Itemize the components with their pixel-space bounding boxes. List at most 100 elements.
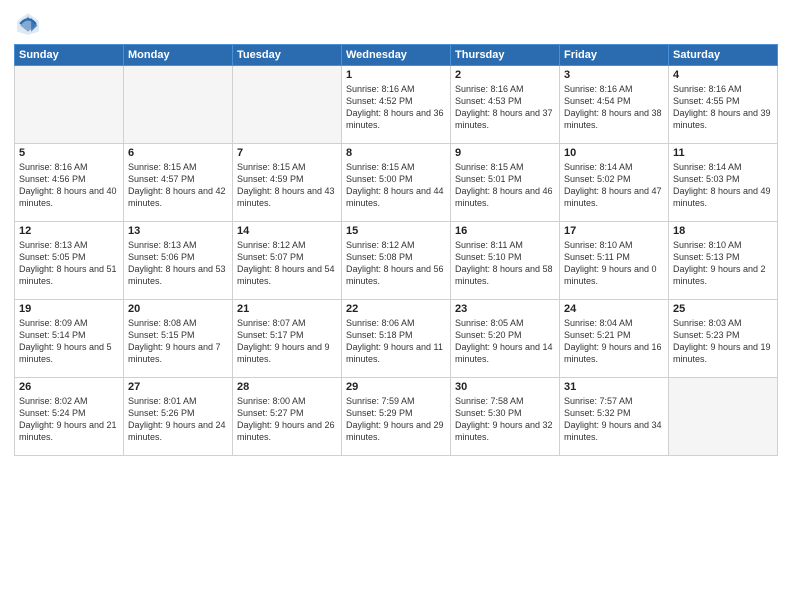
week-row-2: 5 Sunrise: 8:16 AM Sunset: 4:56 PM Daylig… (15, 144, 778, 222)
day-number: 13 (128, 225, 228, 237)
day-number: 30 (455, 381, 555, 393)
day-number: 5 (19, 147, 119, 159)
calendar-cell (15, 66, 124, 144)
day-number: 9 (455, 147, 555, 159)
calendar-cell: 23 Sunrise: 8:05 AM Sunset: 5:20 PM Dayli… (451, 300, 560, 378)
weekday-header-friday: Friday (560, 45, 669, 66)
day-number: 19 (19, 303, 119, 315)
calendar-cell: 11 Sunrise: 8:14 AM Sunset: 5:03 PM Dayli… (669, 144, 778, 222)
weekday-header-tuesday: Tuesday (233, 45, 342, 66)
calendar-cell: 8 Sunrise: 8:15 AM Sunset: 5:00 PM Daylig… (342, 144, 451, 222)
day-number: 8 (346, 147, 446, 159)
day-info: Sunrise: 8:14 AM Sunset: 5:02 PM Dayligh… (564, 161, 664, 210)
day-info: Sunrise: 8:15 AM Sunset: 5:00 PM Dayligh… (346, 161, 446, 210)
calendar-cell: 7 Sunrise: 8:15 AM Sunset: 4:59 PM Daylig… (233, 144, 342, 222)
calendar-cell: 4 Sunrise: 8:16 AM Sunset: 4:55 PM Daylig… (669, 66, 778, 144)
calendar-cell (124, 66, 233, 144)
day-number: 20 (128, 303, 228, 315)
week-row-4: 19 Sunrise: 8:09 AM Sunset: 5:14 PM Dayli… (15, 300, 778, 378)
calendar-cell: 22 Sunrise: 8:06 AM Sunset: 5:18 PM Dayli… (342, 300, 451, 378)
calendar-cell: 29 Sunrise: 7:59 AM Sunset: 5:29 PM Dayli… (342, 378, 451, 456)
calendar-cell: 17 Sunrise: 8:10 AM Sunset: 5:11 PM Dayli… (560, 222, 669, 300)
day-number: 23 (455, 303, 555, 315)
day-info: Sunrise: 8:05 AM Sunset: 5:20 PM Dayligh… (455, 317, 555, 366)
calendar-cell: 6Sunrise: 8:15 AM Sunset: 4:57 PM Daylig… (124, 144, 233, 222)
day-number: 17 (564, 225, 664, 237)
day-number: 1 (346, 69, 446, 81)
day-info: Sunrise: 8:07 AM Sunset: 5:17 PM Dayligh… (237, 317, 337, 366)
calendar-cell: 27 Sunrise: 8:01 AM Sunset: 5:26 PM Dayli… (124, 378, 233, 456)
day-info: Sunrise: 8:16 AM Sunset: 4:55 PM Dayligh… (673, 83, 773, 132)
day-info: Sunrise: 8:16 AM Sunset: 4:56 PM Dayligh… (19, 161, 119, 210)
calendar-cell: 28Sunrise: 8:00 AM Sunset: 5:27 PM Dayli… (233, 378, 342, 456)
day-number: 28 (237, 381, 337, 393)
calendar-cell: 1 Sunrise: 8:16 AM Sunset: 4:52 PM Daylig… (342, 66, 451, 144)
day-info: Sunrise: 8:02 AM Sunset: 5:24 PM Dayligh… (19, 395, 119, 444)
week-row-3: 12Sunrise: 8:13 AM Sunset: 5:05 PM Dayli… (15, 222, 778, 300)
day-info: Sunrise: 7:58 AM Sunset: 5:30 PM Dayligh… (455, 395, 555, 444)
day-info: Sunrise: 8:03 AM Sunset: 5:23 PM Dayligh… (673, 317, 773, 366)
day-number: 4 (673, 69, 773, 81)
day-info: Sunrise: 8:12 AM Sunset: 5:07 PM Dayligh… (237, 239, 337, 288)
day-info: Sunrise: 8:13 AM Sunset: 5:06 PM Dayligh… (128, 239, 228, 288)
calendar-cell: 13 Sunrise: 8:13 AM Sunset: 5:06 PM Dayli… (124, 222, 233, 300)
day-number: 26 (19, 381, 119, 393)
week-row-1: 1 Sunrise: 8:16 AM Sunset: 4:52 PM Daylig… (15, 66, 778, 144)
day-number: 14 (237, 225, 337, 237)
calendar-cell: 31 Sunrise: 7:57 AM Sunset: 5:32 PM Dayli… (560, 378, 669, 456)
weekday-header-thursday: Thursday (451, 45, 560, 66)
day-info: Sunrise: 8:16 AM Sunset: 4:53 PM Dayligh… (455, 83, 555, 132)
day-info: Sunrise: 8:13 AM Sunset: 5:05 PM Dayligh… (19, 239, 119, 288)
day-info: Sunrise: 8:12 AM Sunset: 5:08 PM Dayligh… (346, 239, 446, 288)
day-number: 10 (564, 147, 664, 159)
day-number: 15 (346, 225, 446, 237)
day-info: Sunrise: 8:16 AM Sunset: 4:54 PM Dayligh… (564, 83, 664, 132)
day-info: Sunrise: 8:11 AM Sunset: 5:10 PM Dayligh… (455, 239, 555, 288)
day-number: 31 (564, 381, 664, 393)
day-info: Sunrise: 8:04 AM Sunset: 5:21 PM Dayligh… (564, 317, 664, 366)
calendar-cell: 12Sunrise: 8:13 AM Sunset: 5:05 PM Dayli… (15, 222, 124, 300)
calendar-cell: 3Sunrise: 8:16 AM Sunset: 4:54 PM Daylig… (560, 66, 669, 144)
day-info: Sunrise: 8:10 AM Sunset: 5:11 PM Dayligh… (564, 239, 664, 288)
day-number: 18 (673, 225, 773, 237)
day-info: Sunrise: 8:16 AM Sunset: 4:52 PM Dayligh… (346, 83, 446, 132)
calendar-cell: 9 Sunrise: 8:15 AM Sunset: 5:01 PM Daylig… (451, 144, 560, 222)
calendar-cell: 16Sunrise: 8:11 AM Sunset: 5:10 PM Dayli… (451, 222, 560, 300)
day-info: Sunrise: 7:59 AM Sunset: 5:29 PM Dayligh… (346, 395, 446, 444)
calendar-cell: 18Sunrise: 8:10 AM Sunset: 5:13 PM Dayli… (669, 222, 778, 300)
weekday-header-wednesday: Wednesday (342, 45, 451, 66)
day-info: Sunrise: 8:06 AM Sunset: 5:18 PM Dayligh… (346, 317, 446, 366)
day-number: 29 (346, 381, 446, 393)
weekday-header-saturday: Saturday (669, 45, 778, 66)
weekday-header-sunday: Sunday (15, 45, 124, 66)
day-number: 21 (237, 303, 337, 315)
day-info: Sunrise: 8:15 AM Sunset: 4:59 PM Dayligh… (237, 161, 337, 210)
day-number: 22 (346, 303, 446, 315)
header (14, 10, 778, 38)
calendar-cell: 20Sunrise: 8:08 AM Sunset: 5:15 PM Dayli… (124, 300, 233, 378)
calendar-cell: 19 Sunrise: 8:09 AM Sunset: 5:14 PM Dayli… (15, 300, 124, 378)
day-number: 6 (128, 147, 228, 159)
day-number: 24 (564, 303, 664, 315)
day-number: 2 (455, 69, 555, 81)
day-number: 11 (673, 147, 773, 159)
calendar-cell (669, 378, 778, 456)
calendar-cell: 5 Sunrise: 8:16 AM Sunset: 4:56 PM Daylig… (15, 144, 124, 222)
calendar-table: SundayMondayTuesdayWednesdayThursdayFrid… (14, 44, 778, 456)
day-info: Sunrise: 8:14 AM Sunset: 5:03 PM Dayligh… (673, 161, 773, 210)
weekday-header-row: SundayMondayTuesdayWednesdayThursdayFrid… (15, 45, 778, 66)
calendar-cell: 21 Sunrise: 8:07 AM Sunset: 5:17 PM Dayli… (233, 300, 342, 378)
day-info: Sunrise: 7:57 AM Sunset: 5:32 PM Dayligh… (564, 395, 664, 444)
day-info: Sunrise: 8:15 AM Sunset: 5:01 PM Dayligh… (455, 161, 555, 210)
calendar-cell (233, 66, 342, 144)
calendar-cell: 15 Sunrise: 8:12 AM Sunset: 5:08 PM Dayli… (342, 222, 451, 300)
day-number: 27 (128, 381, 228, 393)
calendar-cell: 10 Sunrise: 8:14 AM Sunset: 5:02 PM Dayli… (560, 144, 669, 222)
calendar-cell: 26 Sunrise: 8:02 AM Sunset: 5:24 PM Dayli… (15, 378, 124, 456)
calendar-cell: 30 Sunrise: 7:58 AM Sunset: 5:30 PM Dayli… (451, 378, 560, 456)
day-number: 7 (237, 147, 337, 159)
day-info: Sunrise: 8:01 AM Sunset: 5:26 PM Dayligh… (128, 395, 228, 444)
calendar-cell: 25Sunrise: 8:03 AM Sunset: 5:23 PM Dayli… (669, 300, 778, 378)
day-info: Sunrise: 8:09 AM Sunset: 5:14 PM Dayligh… (19, 317, 119, 366)
week-row-5: 26 Sunrise: 8:02 AM Sunset: 5:24 PM Dayli… (15, 378, 778, 456)
